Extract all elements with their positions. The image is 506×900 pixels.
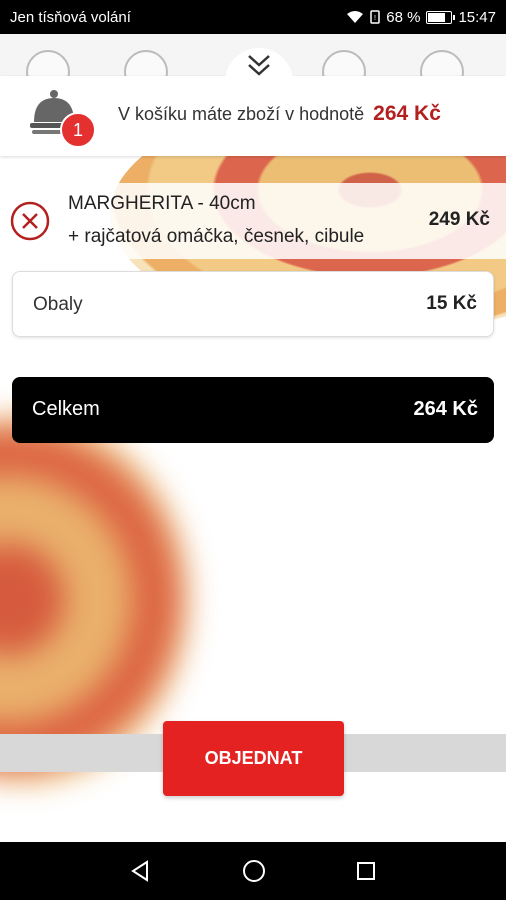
total-row: Celkem 264 Kč xyxy=(12,377,494,443)
total-price: 264 Kč xyxy=(413,398,479,420)
cart-summary-text: V košíku máte zboží v hodnotě xyxy=(118,104,365,124)
item-extras: + rajčatová omáčka, česnek, cibule xyxy=(68,226,365,247)
cart-summary-total: 264 Kč xyxy=(373,102,441,125)
wifi-icon xyxy=(347,11,364,23)
svg-text:!: ! xyxy=(374,15,376,22)
packaging-price: 15 Kč xyxy=(426,293,477,314)
item-price: 249 Kč xyxy=(428,209,490,230)
chevron-double-down-icon xyxy=(248,55,270,76)
pizza-image-blurred xyxy=(0,414,190,784)
back-icon[interactable] xyxy=(125,856,155,886)
clock: 15:47 xyxy=(458,8,496,26)
remove-circle-icon[interactable] xyxy=(10,201,50,241)
cart-summary: V košíku máte zboží v hodnotě 264 Kč xyxy=(118,102,441,126)
total-label: Celkem xyxy=(32,398,100,420)
item-name: MARGHERITA - 40cm xyxy=(68,193,256,214)
packaging-row: Obaly 15 Kč xyxy=(12,271,494,337)
carrier-text: Jen tísňová volání xyxy=(10,8,131,26)
sim-icon: ! xyxy=(370,10,380,24)
packaging-label: Obaly xyxy=(33,294,83,315)
status-icons: ! 68 % 15:47 xyxy=(346,9,496,26)
cart-count-badge: 1 xyxy=(60,112,96,148)
status-bar: Jen tísňová volání ! 68 % 15:47 xyxy=(0,0,506,34)
battery-percent: 68 % xyxy=(386,8,421,26)
cart-header: 1 V košíku máte zboží v hodnotě 264 Kč xyxy=(0,76,506,156)
cart-item-row: MARGHERITA - 40cm + rajčatová omáčka, če… xyxy=(0,183,506,259)
system-nav-bar xyxy=(0,842,506,900)
home-icon[interactable] xyxy=(239,856,269,886)
recent-apps-icon[interactable] xyxy=(351,856,381,886)
order-button[interactable]: OBJEDNAT xyxy=(163,721,344,796)
battery-icon xyxy=(426,10,456,24)
